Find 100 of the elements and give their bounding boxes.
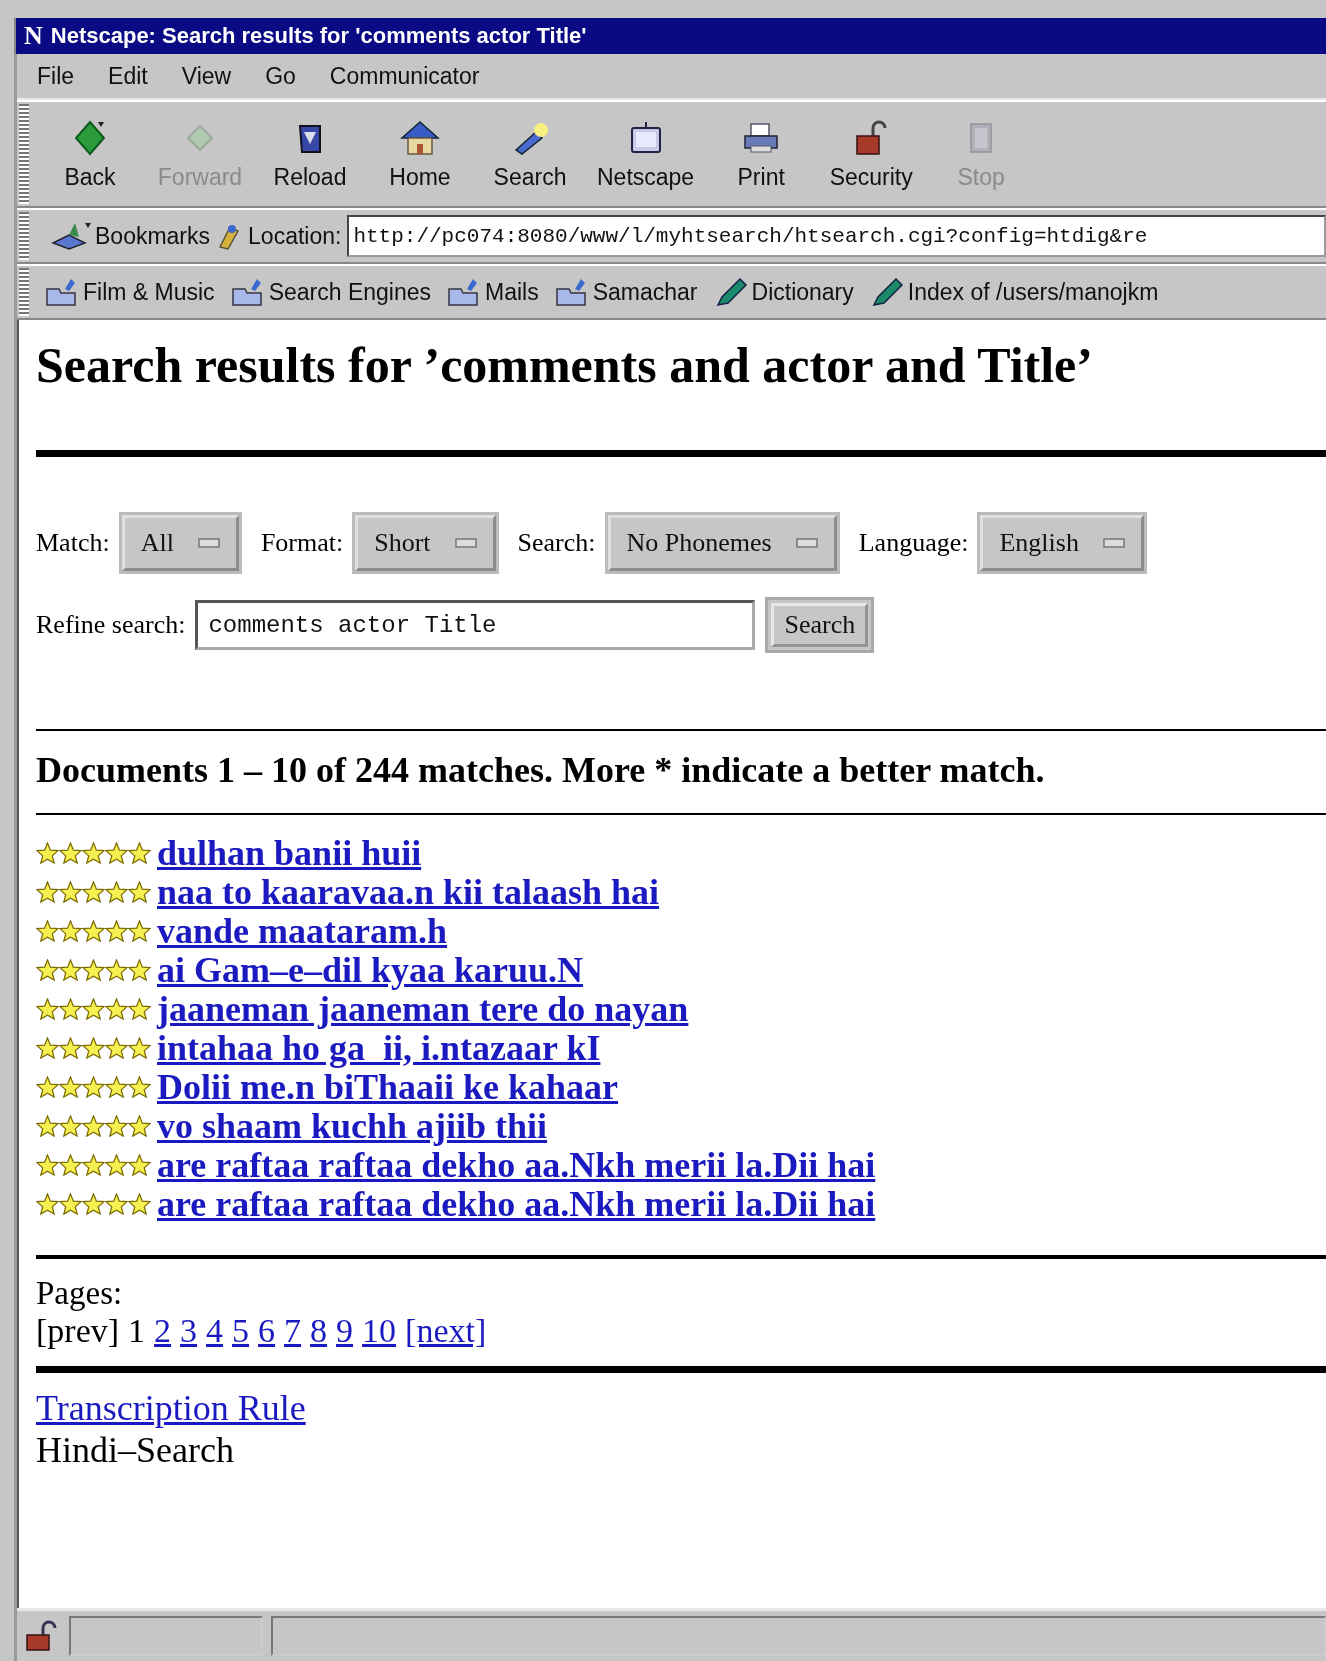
star-icon [59, 841, 82, 864]
star-icon [105, 841, 128, 864]
option-label: Search: [517, 528, 596, 558]
results-summary: Documents 1 – 10 of 244 matches. More * indicate a better match. [36, 749, 1046, 792]
dropdown[interactable]: All [121, 515, 239, 571]
prev-text: [prev] [36, 1312, 120, 1350]
toolbar-button[interactable]: Search [475, 117, 585, 191]
star-icon [59, 1036, 82, 1059]
menu-item[interactable]: View [181, 62, 232, 90]
star-icon [128, 919, 151, 942]
page-link[interactable]: 4 [206, 1312, 224, 1350]
menu-item[interactable]: Go [265, 62, 296, 90]
toolbar-grip[interactable] [19, 104, 29, 204]
folder-icon [554, 277, 589, 307]
page-link[interactable]: 3 [180, 1312, 198, 1350]
bookmark-button[interactable]: Samachar [548, 277, 704, 307]
star-icon [105, 997, 128, 1020]
star-icon [128, 1114, 151, 1137]
page-link[interactable]: 6 [258, 1312, 276, 1350]
result-link[interactable]: are raftaa raftaa dekho aa.Nkh merii la.Dii hai [157, 1182, 876, 1225]
page-link[interactable]: 10 [362, 1312, 397, 1350]
star-icon [128, 997, 151, 1020]
toolbar-button[interactable]: Back [35, 117, 145, 191]
menu-item[interactable]: Communicator [329, 62, 480, 90]
star-icon [128, 841, 151, 864]
dropdown[interactable]: Short [355, 515, 496, 571]
bookmark-button[interactable]: Search Engines [224, 277, 437, 307]
next-link[interactable]: [next] [405, 1312, 487, 1350]
bookmark-button[interactable]: Film & Music [39, 277, 221, 307]
toolbar-button[interactable]: Home [365, 117, 475, 191]
star-icon [82, 1114, 105, 1137]
star-icon [128, 1192, 151, 1215]
option-label: Format: [260, 528, 344, 558]
toolbar-button[interactable]: Netscape [585, 117, 707, 191]
star-icon [59, 919, 82, 942]
dropdown-indicator-icon [454, 538, 477, 548]
star-icon [36, 1153, 59, 1176]
option-label: Match: [36, 528, 110, 558]
bookmarks-button[interactable]: Bookmarks [41, 221, 211, 251]
bookmark-button[interactable]: Mails [441, 277, 545, 307]
star-icon [105, 1036, 128, 1059]
dropdown[interactable]: No Phonemes [607, 515, 837, 571]
transcription-rule-link[interactable]: Transcription Rule [36, 1387, 306, 1429]
dropdown-indicator-icon [795, 538, 818, 548]
search-field[interactable]: comments actor Title [195, 600, 756, 650]
star-icon [36, 997, 59, 1020]
dropdown[interactable]: English [980, 515, 1144, 571]
page-link[interactable]: 7 [284, 1312, 302, 1350]
star-icon [82, 1075, 105, 1098]
star-icon [105, 1192, 128, 1215]
page-link[interactable]: 9 [336, 1312, 354, 1350]
bookmark-button[interactable]: Dictionary [707, 277, 860, 307]
star-icon [36, 1075, 59, 1098]
window-title: Netscape: Search results for 'comments actor Title' [50, 23, 587, 49]
menu-item[interactable]: File [37, 62, 75, 90]
star-icon [59, 1114, 82, 1137]
star-icon [128, 958, 151, 981]
star-icon [82, 841, 105, 864]
location-field[interactable]: http://pc074:8080/www/l/myhtsearch/htsearch.cgi?config=htdig&re [347, 215, 1326, 257]
star-icon [82, 958, 105, 981]
page-link[interactable]: 2 [154, 1312, 172, 1350]
toolbar-button[interactable]: Print [706, 117, 817, 191]
star-icon [59, 1075, 82, 1098]
toolbar-grip[interactable] [19, 268, 29, 316]
toolbar-grip[interactable] [19, 212, 29, 260]
result-link[interactable]: vo shaam kuchh ajiib thii [157, 1104, 548, 1147]
page-link[interactable]: 5 [232, 1312, 250, 1350]
star-icon [36, 1114, 59, 1137]
star-icon [128, 1153, 151, 1176]
star-icon [105, 1153, 128, 1176]
refine-label: Refine search: [36, 610, 186, 640]
star-icon [105, 880, 128, 903]
menu-item[interactable]: Edit [108, 62, 148, 90]
page-heading: Search results for ’comments and actor and Title’ [36, 336, 1094, 394]
option-label: Language: [858, 528, 969, 558]
footer-text: Hindi–Search [36, 1429, 235, 1471]
dropdown-indicator-icon [1102, 538, 1125, 548]
pages-label: Pages: [36, 1275, 124, 1312]
star-icon [36, 880, 59, 903]
app-logo: N [24, 21, 43, 51]
page-link[interactable]: 8 [310, 1312, 328, 1350]
star-icon [105, 1075, 128, 1098]
toolbar-button[interactable]: Reload [255, 117, 365, 191]
star-icon [82, 1192, 105, 1215]
bookmark-button[interactable]: Index of /users/manojkm [863, 277, 1165, 307]
star-icon [59, 997, 82, 1020]
star-icon [128, 1036, 151, 1059]
star-icon [36, 841, 59, 864]
toolbar-button[interactable]: Security [816, 117, 927, 191]
star-icon [36, 1192, 59, 1215]
star-icon [36, 919, 59, 942]
star-icon [36, 1036, 59, 1059]
star-icon [59, 1153, 82, 1176]
search-button[interactable]: Search [771, 603, 869, 647]
location-label: Location: [248, 222, 342, 250]
folder-icon [230, 277, 265, 307]
star-icon [128, 880, 151, 903]
star-icon [105, 958, 128, 981]
star-icon [82, 997, 105, 1020]
star-icon [105, 1114, 128, 1137]
